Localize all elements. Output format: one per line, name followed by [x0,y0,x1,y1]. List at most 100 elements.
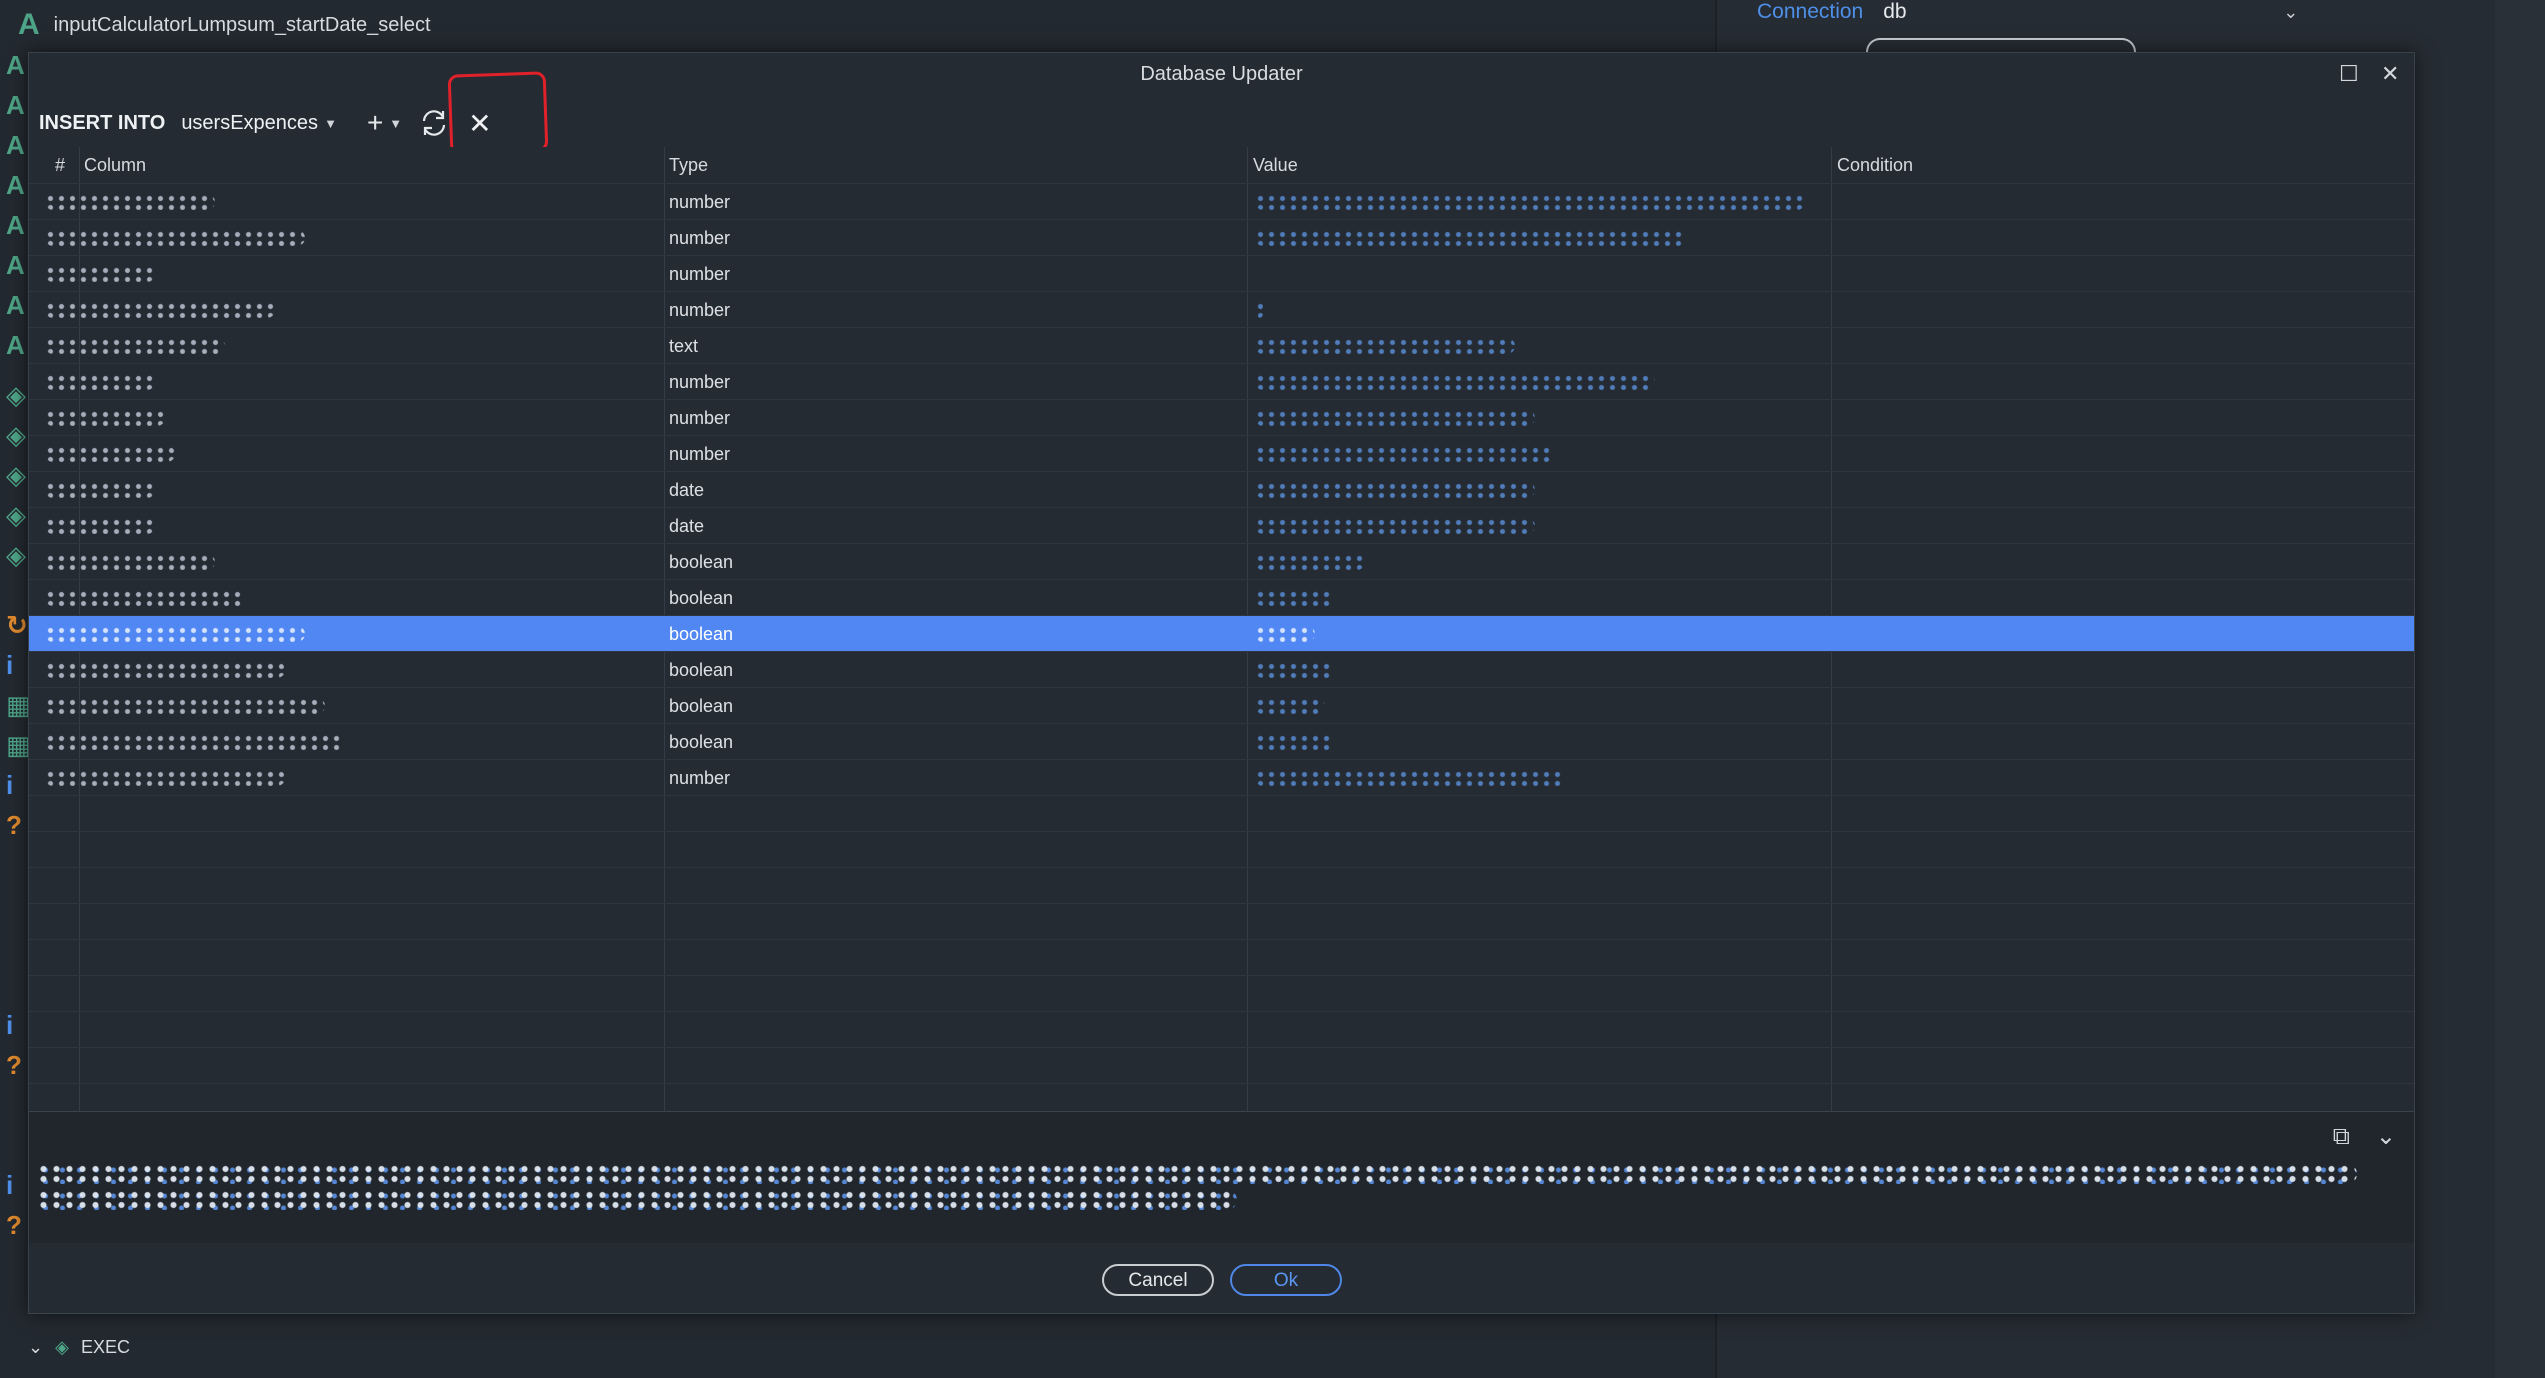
type-cell[interactable]: boolean [669,652,733,688]
connection-label: Connection [1757,0,1864,23]
table-select[interactable]: usersExpences ▼ [181,112,337,135]
value-redacted [1255,446,1555,462]
red-annotation-circle [447,71,549,155]
action-icon: A [6,90,25,120]
table-row[interactable]: date [29,507,2414,544]
caret-down-icon: ▼ [324,115,337,131]
type-cell[interactable]: number [669,400,730,436]
action-icon: A [6,130,25,160]
type-cell[interactable]: boolean [669,580,733,616]
close-dialog-icon[interactable]: ✕ [2381,61,2399,87]
column-name-redacted [45,554,215,570]
value-redacted [1255,662,1335,678]
empty-row [29,1011,2414,1048]
refresh-icon[interactable] [418,107,450,139]
table-icon: ▦ [6,730,31,760]
table-row[interactable]: boolean [29,543,2414,580]
column-name-redacted [45,302,275,318]
table-icon: ▦ [6,690,31,720]
chevron-down-icon[interactable]: ⌄ [28,1337,43,1358]
chevron-down-icon[interactable]: ⌄ [2376,1122,2396,1151]
ide-scroll-region [2495,0,2545,1378]
type-cell[interactable]: number [669,256,730,292]
value-redacted [1255,194,1805,210]
copy-icon[interactable]: ⧉ [2333,1123,2350,1151]
column-name-redacted [45,446,175,462]
value-redacted [1255,338,1515,354]
column-name-redacted [45,626,305,642]
type-cell[interactable]: number [669,436,730,472]
table-row[interactable]: number [29,291,2414,328]
value-redacted [1255,482,1535,498]
ide-tree-node[interactable]: ⌄ ◈ EXEC [28,1337,130,1358]
column-name-redacted [45,194,215,210]
table-row[interactable]: boolean [29,615,2414,652]
type-cell[interactable]: number [669,760,730,796]
connection-field[interactable]: Connection db ⌄ [1757,0,2298,24]
type-cell[interactable]: date [669,472,704,508]
maximize-icon[interactable]: ☐ [2339,61,2359,87]
value-redacted [1255,230,1685,246]
type-cell[interactable]: boolean [669,688,733,724]
table-row[interactable]: number [29,399,2414,436]
value-redacted [1255,734,1335,750]
header-value[interactable]: Value [1253,147,1298,183]
sql-preview-tools: ⧉ ⌄ [2333,1122,2396,1151]
table-row[interactable]: number [29,219,2414,256]
type-cell[interactable]: date [669,508,704,544]
header-index: # [55,155,66,175]
table-row[interactable]: number [29,435,2414,472]
type-cell[interactable]: number [669,184,730,220]
cube-icon: ◈ [6,460,26,490]
sql-text-redacted [37,1190,1237,1210]
type-cell[interactable]: boolean [669,616,733,652]
ide-breadcrumb[interactable]: A inputCalculatorLumpsum_startDate_selec… [18,8,431,42]
cancel-button[interactable]: Cancel [1102,1264,1214,1296]
cube-icon: ◈ [6,540,26,570]
empty-row [29,1047,2414,1084]
header-condition[interactable]: Condition [1837,147,1913,183]
table-row[interactable]: boolean [29,687,2414,724]
info-icon: i [6,1010,14,1040]
empty-row [29,903,2414,940]
type-cell[interactable]: boolean [669,724,733,760]
type-cell[interactable]: number [669,220,730,256]
type-cell[interactable]: number [669,364,730,400]
empty-row [29,795,2414,832]
question-icon: ? [6,1210,22,1240]
header-column[interactable]: Column [84,147,146,183]
table-row[interactable]: boolean [29,723,2414,760]
ok-button[interactable]: Ok [1230,1264,1342,1296]
table-row[interactable]: number [29,183,2414,220]
table-row[interactable]: text [29,327,2414,364]
dialog-toolbar: INSERT INTO usersExpences ▼ + ▼ ✕ [39,103,492,143]
table-row[interactable]: number [29,255,2414,292]
cube-icon: ◈ [6,500,26,530]
column-name-redacted [45,662,285,678]
column-name-redacted [45,518,155,534]
empty-row [29,867,2414,904]
plus-icon: + [366,107,384,138]
action-icon: A [6,50,25,80]
type-cell[interactable]: text [669,328,698,364]
tree-node-label: EXEC [80,1337,130,1357]
type-cell[interactable]: number [669,292,730,328]
table-row[interactable]: boolean [29,579,2414,616]
chevron-down-icon[interactable]: ⌄ [2283,2,2298,23]
table-row[interactable]: boolean [29,651,2414,688]
value-redacted [1255,518,1535,534]
table-row[interactable]: number [29,363,2414,400]
header-type[interactable]: Type [669,147,708,183]
add-row-button[interactable]: + ▼ [367,107,402,139]
connection-value[interactable]: db [1883,0,2283,24]
empty-row [29,831,2414,868]
cube-icon: ◈ [6,420,26,450]
insert-into-label: INSERT INTO [39,111,166,134]
table-row[interactable]: number [29,759,2414,796]
type-cell[interactable]: boolean [669,544,733,580]
action-icon: A [18,8,40,41]
columns-grid: # Column Type Value Condition number numb… [29,147,2414,1111]
table-row[interactable]: date [29,471,2414,508]
column-name-redacted [45,590,245,606]
action-icon: A [6,170,25,200]
